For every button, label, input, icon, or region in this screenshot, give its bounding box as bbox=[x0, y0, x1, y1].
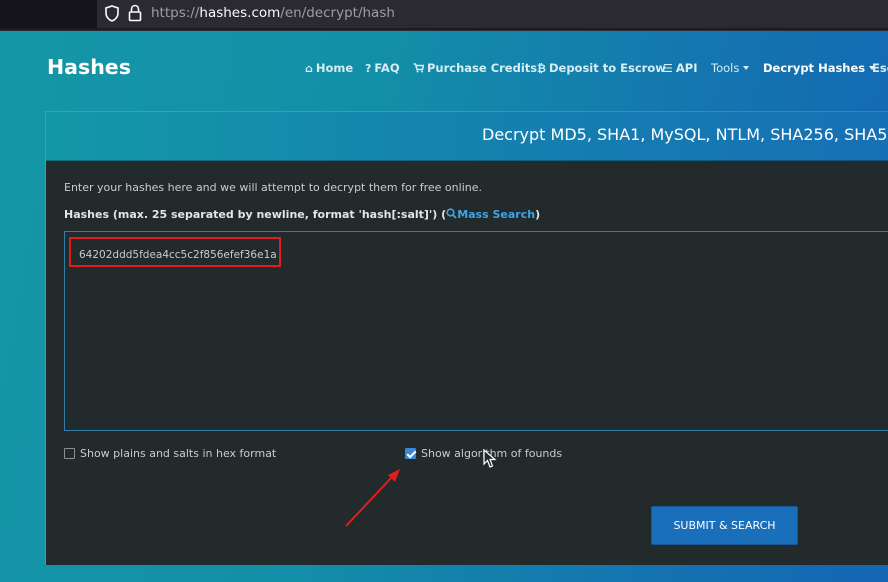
mass-search-label: Mass Search bbox=[457, 208, 536, 221]
hashes-label-text: Hashes (max. 25 separated by newline, fo… bbox=[64, 208, 447, 221]
nav-decrypt-hashes-label: Decrypt Hashes bbox=[763, 61, 866, 75]
browser-url-bar: https://hashes.com/en/decrypt/hash bbox=[0, 0, 888, 31]
bitcoin-icon: ₿ bbox=[537, 61, 546, 75]
mouse-cursor-icon bbox=[483, 449, 497, 468]
hex-format-label: Show plains and salts in hex format bbox=[80, 447, 277, 460]
nav-tools-label: Tools bbox=[711, 61, 740, 75]
hash-highlight-box bbox=[69, 237, 281, 267]
url-host: hashes.com bbox=[199, 5, 281, 21]
nav-decrypt-hashes[interactable]: Decrypt Hashes bbox=[763, 61, 876, 75]
nav-api[interactable]: ☰ API bbox=[663, 61, 697, 75]
nav-deposit-escrow[interactable]: ₿ Deposit to Escrow bbox=[537, 61, 666, 75]
chevron-down-icon bbox=[743, 66, 750, 70]
nav-api-label: API bbox=[675, 61, 698, 75]
home-icon: ⌂ bbox=[305, 61, 313, 75]
nav-home[interactable]: ⌂ Home bbox=[305, 61, 353, 75]
card-title: Decrypt MD5, SHA1, MySQL, NTLM, SHA256, … bbox=[482, 125, 888, 144]
decrypt-card: Decrypt MD5, SHA1, MySQL, NTLM, SHA256, … bbox=[45, 111, 888, 565]
card-body: Enter your hashes here and we will attem… bbox=[46, 161, 888, 565]
show-algorithm-checkbox[interactable] bbox=[405, 448, 416, 459]
nav-deposit-escrow-label: Deposit to Escrow bbox=[548, 61, 666, 75]
list-icon: ☰ bbox=[663, 61, 673, 75]
nav-faq[interactable]: ? FAQ bbox=[365, 61, 400, 75]
nav-tools[interactable]: Tools bbox=[711, 61, 750, 75]
search-icon bbox=[446, 208, 457, 219]
hashes-label: Hashes (max. 25 separated by newline, fo… bbox=[64, 208, 540, 221]
card-header: Decrypt MD5, SHA1, MySQL, NTLM, SHA256, … bbox=[46, 112, 888, 161]
site-logo[interactable]: Hashes bbox=[47, 55, 131, 79]
cart-icon bbox=[413, 63, 424, 73]
hashes-label-end: ) bbox=[535, 208, 541, 221]
option-hex-format[interactable]: Show plains and salts in hex format bbox=[64, 447, 276, 460]
nav-purchase-credits[interactable]: Purchase Credits bbox=[413, 61, 537, 75]
hex-format-checkbox[interactable] bbox=[64, 448, 75, 459]
nav-faq-label: FAQ bbox=[374, 61, 400, 75]
mass-search-link[interactable]: Mass Search bbox=[446, 208, 535, 221]
nav-purchase-credits-label: Purchase Credits bbox=[427, 61, 538, 75]
submit-search-button[interactable]: SUBMIT & SEARCH bbox=[651, 506, 798, 545]
shield-icon[interactable] bbox=[104, 5, 120, 22]
url-path: /en/decrypt/hash bbox=[280, 5, 395, 21]
intro-text: Enter your hashes here and we will attem… bbox=[64, 181, 482, 194]
nav-escrow-label: Esc bbox=[872, 61, 888, 75]
nav-escrow-truncated[interactable]: Esc bbox=[872, 61, 888, 75]
question-icon: ? bbox=[365, 61, 372, 75]
nav-home-label: Home bbox=[315, 61, 354, 75]
annotation-arrow-icon bbox=[345, 469, 400, 527]
url-text[interactable]: https://hashes.com/en/decrypt/hash bbox=[151, 5, 395, 21]
browser-toolbar-left bbox=[0, 0, 97, 28]
lock-icon[interactable] bbox=[128, 4, 142, 22]
url-prefix: https:// bbox=[151, 5, 200, 21]
